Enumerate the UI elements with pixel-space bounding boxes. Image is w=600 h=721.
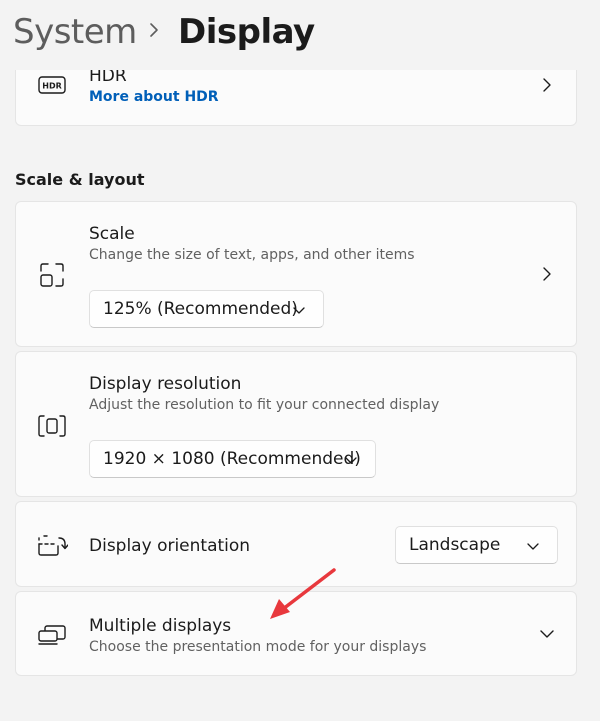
resolution-dropdown-value: 1920 × 1080 (Recommended) <box>103 449 361 469</box>
more-about-hdr-link[interactable]: More about HDR <box>89 89 219 105</box>
chevron-down-icon[interactable] <box>540 627 554 641</box>
resolution-icon <box>38 415 66 437</box>
breadcrumb-chevron-icon <box>146 22 162 38</box>
orientation-title: Display orientation <box>89 536 251 556</box>
page-title: Display <box>178 12 315 52</box>
multiple-displays-description: Choose the presentation mode for your di… <box>89 639 427 655</box>
chevron-down-icon <box>293 304 305 316</box>
chevron-down-icon <box>345 454 357 466</box>
multiple-displays-icon <box>38 625 66 645</box>
resolution-dropdown[interactable]: 1920 × 1080 (Recommended) <box>89 440 376 478</box>
resolution-title: Display resolution <box>89 374 242 394</box>
chevron-right-icon[interactable] <box>540 78 554 92</box>
page-header: System Display <box>0 0 600 70</box>
orientation-dropdown-value: Landscape <box>409 535 501 555</box>
orientation-card: Display orientation Landscape <box>15 501 577 587</box>
multiple-displays-title: Multiple displays <box>89 616 232 636</box>
resolution-description: Adjust the resolution to fit your connec… <box>89 397 440 413</box>
chevron-down-icon <box>527 540 539 552</box>
section-title-scale-layout: Scale & layout <box>15 170 145 189</box>
scale-card: Scale Change the size of text, apps, and… <box>15 201 577 347</box>
hdr-icon: HDR <box>38 76 66 94</box>
scale-dropdown[interactable]: 125% (Recommended) <box>89 290 324 328</box>
scale-icon <box>40 263 64 287</box>
chevron-right-icon[interactable] <box>540 267 554 281</box>
multiple-displays-card[interactable]: Multiple displays Choose the presentatio… <box>15 591 577 676</box>
orientation-dropdown[interactable]: Landscape <box>395 526 558 564</box>
scale-dropdown-value: 125% (Recommended) <box>103 299 298 319</box>
resolution-card: Display resolution Adjust the resolution… <box>15 351 577 497</box>
scale-description: Change the size of text, apps, and other… <box>89 247 415 263</box>
svg-text:HDR: HDR <box>42 82 62 91</box>
breadcrumb-parent[interactable]: System <box>13 12 137 52</box>
scale-title: Scale <box>89 224 135 244</box>
orientation-icon <box>38 534 68 556</box>
